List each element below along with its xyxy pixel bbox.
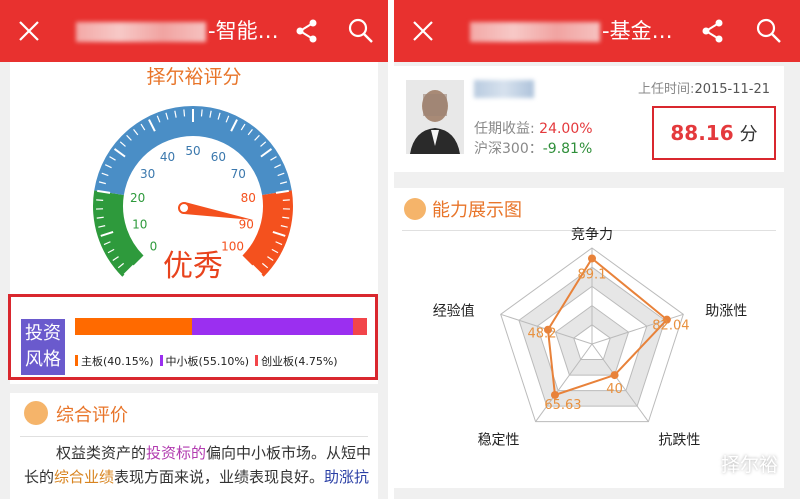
gauge-tick-label: 80 (241, 191, 256, 205)
share-icon[interactable] (292, 16, 322, 46)
style-bar-segment-3 (353, 318, 367, 335)
manager-name-blurred (474, 80, 534, 98)
eval-link-performance[interactable]: 综合业绩 (54, 468, 114, 486)
manager-avatar[interactable] (406, 80, 464, 154)
hs300-return: 沪深300：-9.81% (474, 138, 592, 158)
right-screen: -基金… 上任时间:2015-11-21 任期收益: 24.00% 沪深300：… (394, 0, 800, 499)
gauge-tick-label: 100 (221, 240, 244, 254)
eval-text-a: 权益类资产的 (56, 444, 147, 462)
style-bar-segment-1 (75, 318, 193, 335)
investment-style-box: 投资风格 主板(40.15%) 中小板(55.10%) 创业板(4.75%) (8, 294, 378, 380)
style-legend-text: 中小板(55.10%) (165, 355, 250, 368)
title-suffix: -智能… (208, 19, 279, 43)
eval-text-e: 表现方面来说，业绩表现良好。 (114, 468, 325, 486)
radar-value-label: 48.2 (528, 327, 557, 342)
radar-axis-label: 竞争力 (571, 226, 613, 243)
gauge-hub (178, 202, 190, 214)
search-icon[interactable] (346, 16, 376, 46)
gauge-tick-label: 60 (211, 150, 226, 164)
radar-axis-label: 抗跌性 (658, 433, 700, 449)
evaluation-icon (24, 401, 48, 425)
gauge-rating: 优秀 (163, 249, 223, 284)
score-gauge: 010 20 30 40 50 60 70 80 90 100优秀 (93, 106, 293, 284)
gauge-tick-label: 0 (150, 240, 158, 254)
gauge-tick-label: 70 (231, 167, 246, 181)
tenure-return-value: 24.00% (539, 121, 593, 137)
tenure-start: 上任时间:2015-11-21 (638, 78, 770, 97)
style-legend-text: 创业板(4.75%) (261, 355, 338, 368)
watermark: 择尔裕 (691, 450, 778, 477)
ability-radar-chart: 竞争力助涨性抗跌性 稳定性 经验值 89.1 82.04 40 65.63 48.2 (433, 226, 748, 449)
tenure-return-label: 任期收益: (474, 121, 535, 137)
investment-style-label: 投资 风格 (21, 319, 65, 375)
gauge-tick-label: 20 (130, 191, 145, 205)
tenure-return: 任期收益: 24.00% (474, 118, 593, 138)
style-legend-item: 中小板(55.10%) (159, 355, 250, 368)
close-icon[interactable] (408, 16, 438, 46)
share-icon[interactable] (698, 16, 728, 46)
style-label-line1: 投资 (25, 323, 61, 344)
radar-axis-label: 稳定性 (478, 433, 520, 449)
hs300-value: -9.81% (542, 141, 593, 157)
tenure-start-label: 上任时间: (638, 82, 695, 97)
style-bar-segment-2 (192, 318, 354, 335)
style-legend-item: 主板(40.15%) (75, 355, 154, 368)
style-legend-swatch (159, 355, 163, 366)
tenure-start-value: 2015-11-21 (694, 82, 770, 97)
radar-value-label: 89.1 (578, 267, 607, 282)
gauge-tick-label: 90 (239, 217, 254, 231)
evaluation-text: 权益类资产的投资标的偏向中小板市场。从短中长的综合业绩表现方面来说，业绩表现良好… (24, 441, 372, 489)
evaluation-card: 综合评价 权益类资产的投资标的偏向中小板市场。从短中长的综合业绩表现方面来说，业… (10, 393, 378, 499)
radar-value-label: 40 (606, 382, 623, 397)
evaluation-heading: 综合评价 (24, 401, 128, 427)
style-legend-text: 主板(40.15%) (81, 355, 154, 368)
page-title: -智能… (76, 16, 279, 46)
manager-score-value: 88.16 (670, 121, 734, 145)
style-legend: 主板(40.15%) 中小板(55.10%) 创业板(4.75%) (75, 353, 344, 369)
evaluation-heading-text: 综合评价 (56, 405, 128, 426)
close-icon[interactable] (14, 16, 44, 46)
manager-card: 上任时间:2015-11-21 任期收益: 24.00% 沪深300：-9.81… (394, 66, 784, 172)
hs300-label: 沪深300： (474, 141, 543, 157)
blurred-title-part (470, 22, 600, 42)
wechat-icon (691, 454, 715, 474)
gauge-tick-label: 40 (160, 150, 175, 164)
radar-value-label: 65.63 (544, 398, 581, 413)
blurred-title-part (76, 22, 206, 42)
manager-score-box: 88.16 分 (652, 106, 776, 160)
style-stacked-bar (75, 318, 367, 335)
radar-axis-label: 经验值 (433, 303, 475, 319)
gauge-tick-label: 10 (132, 217, 147, 231)
gauge-tick (183, 109, 186, 117)
radar-point[interactable] (610, 371, 619, 380)
left-screen: -智能… 择尔裕评分 0 10 20 30 40 50 60 70 80 90 100 优秀 投资 风格… (0, 0, 388, 499)
divider (20, 436, 368, 437)
watermark-text: 择尔裕 (720, 454, 778, 476)
eval-link-rise-resist[interactable]: 助涨抗 (324, 468, 369, 486)
radar-value-label: 82.04 (652, 319, 689, 334)
radar-axis-label: 助涨性 (705, 303, 747, 319)
style-legend-item: 创业板(4.75%) (255, 355, 338, 368)
manager-score-unit: 分 (739, 124, 758, 145)
title-suffix: -基金… (602, 19, 673, 43)
gauge-tick (200, 109, 203, 117)
radar-point[interactable] (588, 254, 596, 263)
page-title: -基金… (470, 16, 673, 46)
ability-chart-card: 能力展示图 竞争力 助涨性 抗跌性 稳定性 经验值 89.1 82.04 40 65.63 48.… (394, 188, 784, 488)
search-icon[interactable] (754, 16, 784, 46)
top-bar: -基金… (394, 0, 800, 62)
eval-link-investment-target[interactable]: 投资标的 (146, 444, 206, 462)
top-bar: -智能… (0, 0, 388, 62)
gauge-tick-label: 30 (140, 167, 155, 181)
style-label-line2: 风格 (25, 349, 61, 370)
gauge-tick-label: 50 (185, 144, 200, 158)
style-legend-swatch (75, 355, 78, 366)
style-legend-swatch (255, 355, 259, 366)
